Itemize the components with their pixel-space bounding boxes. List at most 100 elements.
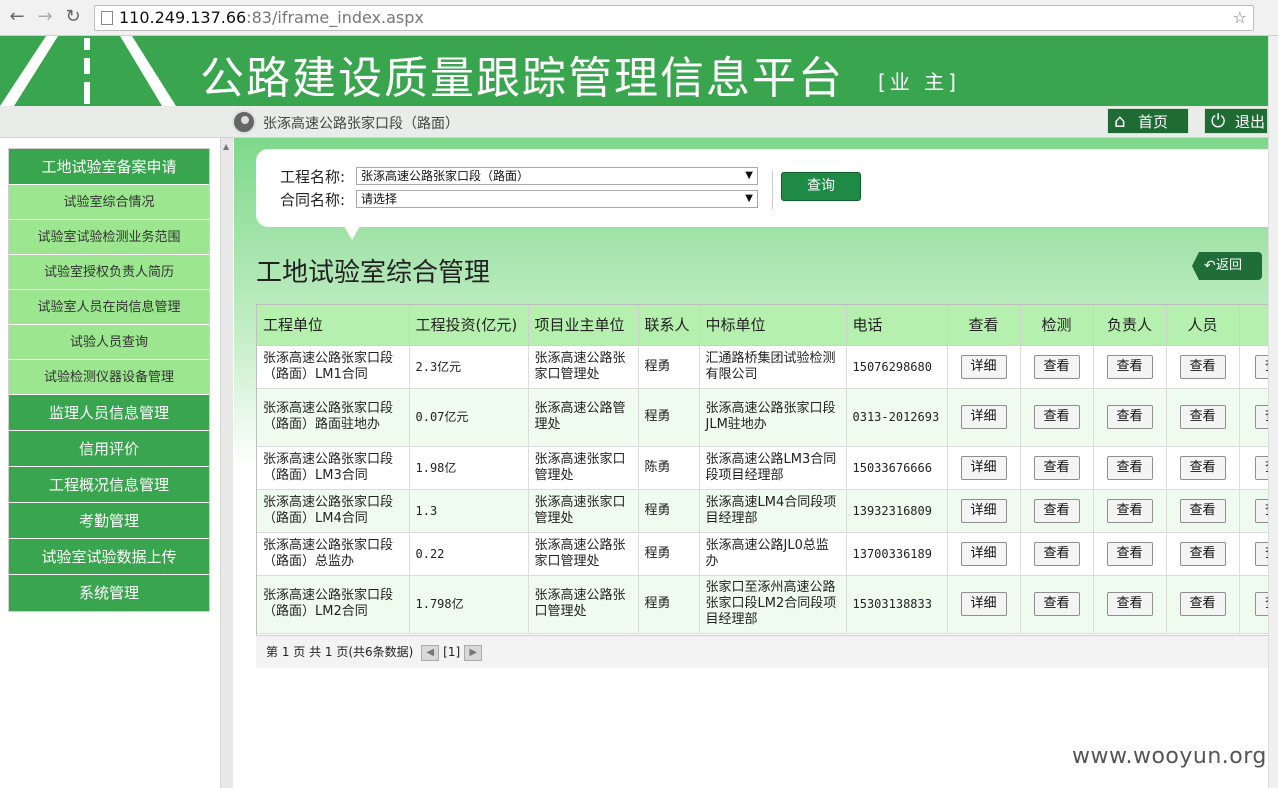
page-icon	[101, 11, 113, 25]
cell-bidder: 张涿高速公路LM3合同段项目经理部	[699, 446, 847, 490]
cell-investment: 1.3	[409, 489, 529, 533]
project-name-value: 张涿高速公路张家口段（路面）	[361, 169, 530, 183]
forward-arrow-icon[interactable]: →	[34, 6, 56, 28]
query-button[interactable]: 查询	[781, 172, 861, 201]
sidebar-group-supervisor-info[interactable]: 监理人员信息管理	[9, 395, 209, 431]
header-banner: 公路建设质量跟踪管理信息平台 [业 主]	[0, 36, 1268, 106]
detail-button[interactable]: 详细	[960, 354, 1007, 379]
view-equipment-button[interactable]: 查看	[1255, 541, 1268, 566]
view-equipment-button[interactable]: 查看	[1255, 498, 1268, 523]
sidebar-group-lab-registration[interactable]: 工地试验室备案申请	[9, 149, 209, 185]
sidebar-group-project-overview[interactable]: 工程概况信息管理	[9, 467, 209, 503]
back-arrow-icon[interactable]: ←	[6, 6, 28, 28]
view-leader-button[interactable]: 查看	[1106, 354, 1153, 379]
view-test-button[interactable]: 查看	[1033, 455, 1080, 480]
cell-bidder: 张涿高速LM4合同段项目经理部	[699, 489, 847, 533]
view-staff-button[interactable]: 查看	[1179, 405, 1226, 429]
cell-bidder: 张家口至涿州高速公路张家口段LM2合同段项目经理部	[699, 575, 847, 634]
view-test-button[interactable]: 查看	[1033, 592, 1080, 616]
project-name-label: 工程名称:	[280, 168, 346, 186]
user-avatar-icon	[232, 110, 256, 134]
lab-table: 工程单位 工程投资(亿元) 项目业主单位 联系人 中标单位 电话 查看 检测 负…	[257, 305, 1268, 634]
view-leader-button[interactable]: 查看	[1106, 498, 1153, 523]
logout-button-label: 退出	[1235, 113, 1266, 131]
view-staff-button[interactable]: 查看	[1179, 541, 1226, 566]
power-icon: ⏻	[1211, 111, 1226, 132]
sidebar-group-data-upload[interactable]: 试验室试验数据上传	[9, 539, 209, 575]
view-equipment-button[interactable]: 查看	[1255, 455, 1268, 480]
col-header-test: 检测	[1020, 305, 1094, 346]
contract-name-label: 合同名称:	[280, 191, 346, 209]
cell-unit: 张涿高速公路张家口段（路面）LM2合同	[257, 575, 410, 634]
pager-current-page[interactable]: [1]	[443, 645, 460, 659]
sidebar-item-lab-scope[interactable]: 试验室试验检测业务范围	[9, 220, 209, 255]
sidebar-group-credit[interactable]: 信用评价	[9, 431, 209, 467]
next-page-icon[interactable]: ▶	[464, 644, 483, 661]
view-test-button[interactable]: 查看	[1033, 541, 1080, 566]
sidebar-group-system[interactable]: 系统管理	[9, 575, 209, 611]
table-row: 张涿高速公路张家口段（路面）LM3合同 1.98亿 张涿高速张家口管理处 陈勇 …	[257, 446, 1268, 490]
detail-button[interactable]: 详细	[960, 592, 1007, 616]
sidebar-item-lab-staff[interactable]: 试验室人员在岗信息管理	[9, 290, 209, 325]
sidebar-item-equipment[interactable]: 试验检测仪器设备管理	[9, 360, 209, 395]
view-staff-button[interactable]: 查看	[1179, 498, 1226, 523]
col-header-leader: 负责人	[1093, 305, 1167, 346]
bookmark-star-icon[interactable]: ☆	[1233, 6, 1247, 30]
view-test-button[interactable]: 查看	[1033, 498, 1080, 523]
prev-page-icon[interactable]: ◀	[421, 644, 440, 661]
cell-phone: 0313-2012693	[846, 388, 948, 447]
view-leader-button[interactable]: 查看	[1106, 541, 1153, 566]
query-panel: 工程名称: 张涿高速公路张家口段（路面） ▼ 合同名称: 请选择 ▼ 查询	[256, 149, 1278, 227]
query-panel-pointer	[344, 226, 360, 240]
home-button[interactable]: ⌂ 首页	[1107, 108, 1189, 134]
cell-phone: 13932316809	[846, 489, 948, 533]
detail-button[interactable]: 详细	[960, 541, 1007, 566]
cell-investment: 0.07亿元	[409, 388, 529, 447]
contract-name-select[interactable]: 请选择 ▼	[356, 190, 758, 208]
view-test-button[interactable]: 查看	[1033, 354, 1080, 379]
reload-icon[interactable]: ↻	[62, 6, 84, 28]
detail-button[interactable]: 详细	[960, 405, 1007, 429]
col-header-staff: 人员	[1166, 305, 1240, 346]
cell-investment: 2.3亿元	[409, 345, 529, 389]
back-button[interactable]: ↶ 返回	[1192, 252, 1262, 280]
detail-button[interactable]: 详细	[960, 498, 1007, 523]
logout-button[interactable]: ⏻ 退出	[1204, 108, 1268, 134]
address-bar[interactable]: 110.249.137.66:83/iframe_index.aspx ☆	[94, 5, 1254, 31]
sidebar-item-lab-overview[interactable]: 试验室综合情况	[9, 185, 209, 220]
cell-contact: 程勇	[638, 489, 700, 533]
cell-bidder: 汇通路桥集团试验检测有限公司	[699, 345, 847, 389]
view-equipment-button[interactable]: 查看	[1255, 354, 1268, 379]
sidebar-menu: 工地试验室备案申请 试验室综合情况 试验室试验检测业务范围 试验室授权负责人简历…	[8, 148, 210, 612]
view-equipment-button[interactable]: 查看	[1255, 405, 1268, 429]
back-button-label: 返回	[1216, 258, 1243, 273]
cell-unit: 张涿高速公路张家口段（路面）LM4合同	[257, 489, 410, 533]
view-staff-button[interactable]: 查看	[1179, 354, 1226, 379]
role-label: [业 主]	[878, 70, 960, 94]
cell-investment: 1.798亿	[409, 575, 529, 634]
view-leader-button[interactable]: 查看	[1106, 455, 1153, 480]
view-equipment-button[interactable]: 查看	[1255, 592, 1268, 616]
sidebar-group-attendance[interactable]: 考勤管理	[9, 503, 209, 539]
road-logo-icon	[0, 36, 176, 106]
query-divider	[772, 171, 773, 209]
project-name-select[interactable]: 张涿高速公路张家口段（路面） ▼	[356, 167, 758, 185]
view-leader-button[interactable]: 查看	[1106, 592, 1153, 616]
view-leader-button[interactable]: 查看	[1106, 405, 1153, 429]
sidebar-item-staff-query[interactable]: 试验人员查询	[9, 325, 209, 360]
col-header-phone: 电话	[846, 305, 948, 346]
cell-contact: 程勇	[638, 532, 700, 576]
view-staff-button[interactable]: 查看	[1179, 455, 1226, 480]
view-staff-button[interactable]: 查看	[1179, 592, 1226, 616]
col-header-contact: 联系人	[638, 305, 700, 346]
sidebar-scrollbar[interactable]: ▲	[220, 138, 233, 788]
cell-unit: 张涿高速公路张家口段（路面）LM1合同	[257, 345, 410, 389]
detail-button[interactable]: 详细	[960, 455, 1007, 480]
view-test-button[interactable]: 查看	[1033, 405, 1080, 429]
return-arrow-icon: ↶	[1204, 258, 1216, 274]
scroll-up-icon[interactable]: ▲	[223, 142, 229, 151]
sidebar-item-lab-leader-resume[interactable]: 试验室授权负责人简历	[9, 255, 209, 290]
page-scrollbar[interactable]	[1268, 36, 1278, 788]
dropdown-caret-icon: ▼	[745, 193, 753, 204]
cell-investment: 1.98亿	[409, 446, 529, 490]
